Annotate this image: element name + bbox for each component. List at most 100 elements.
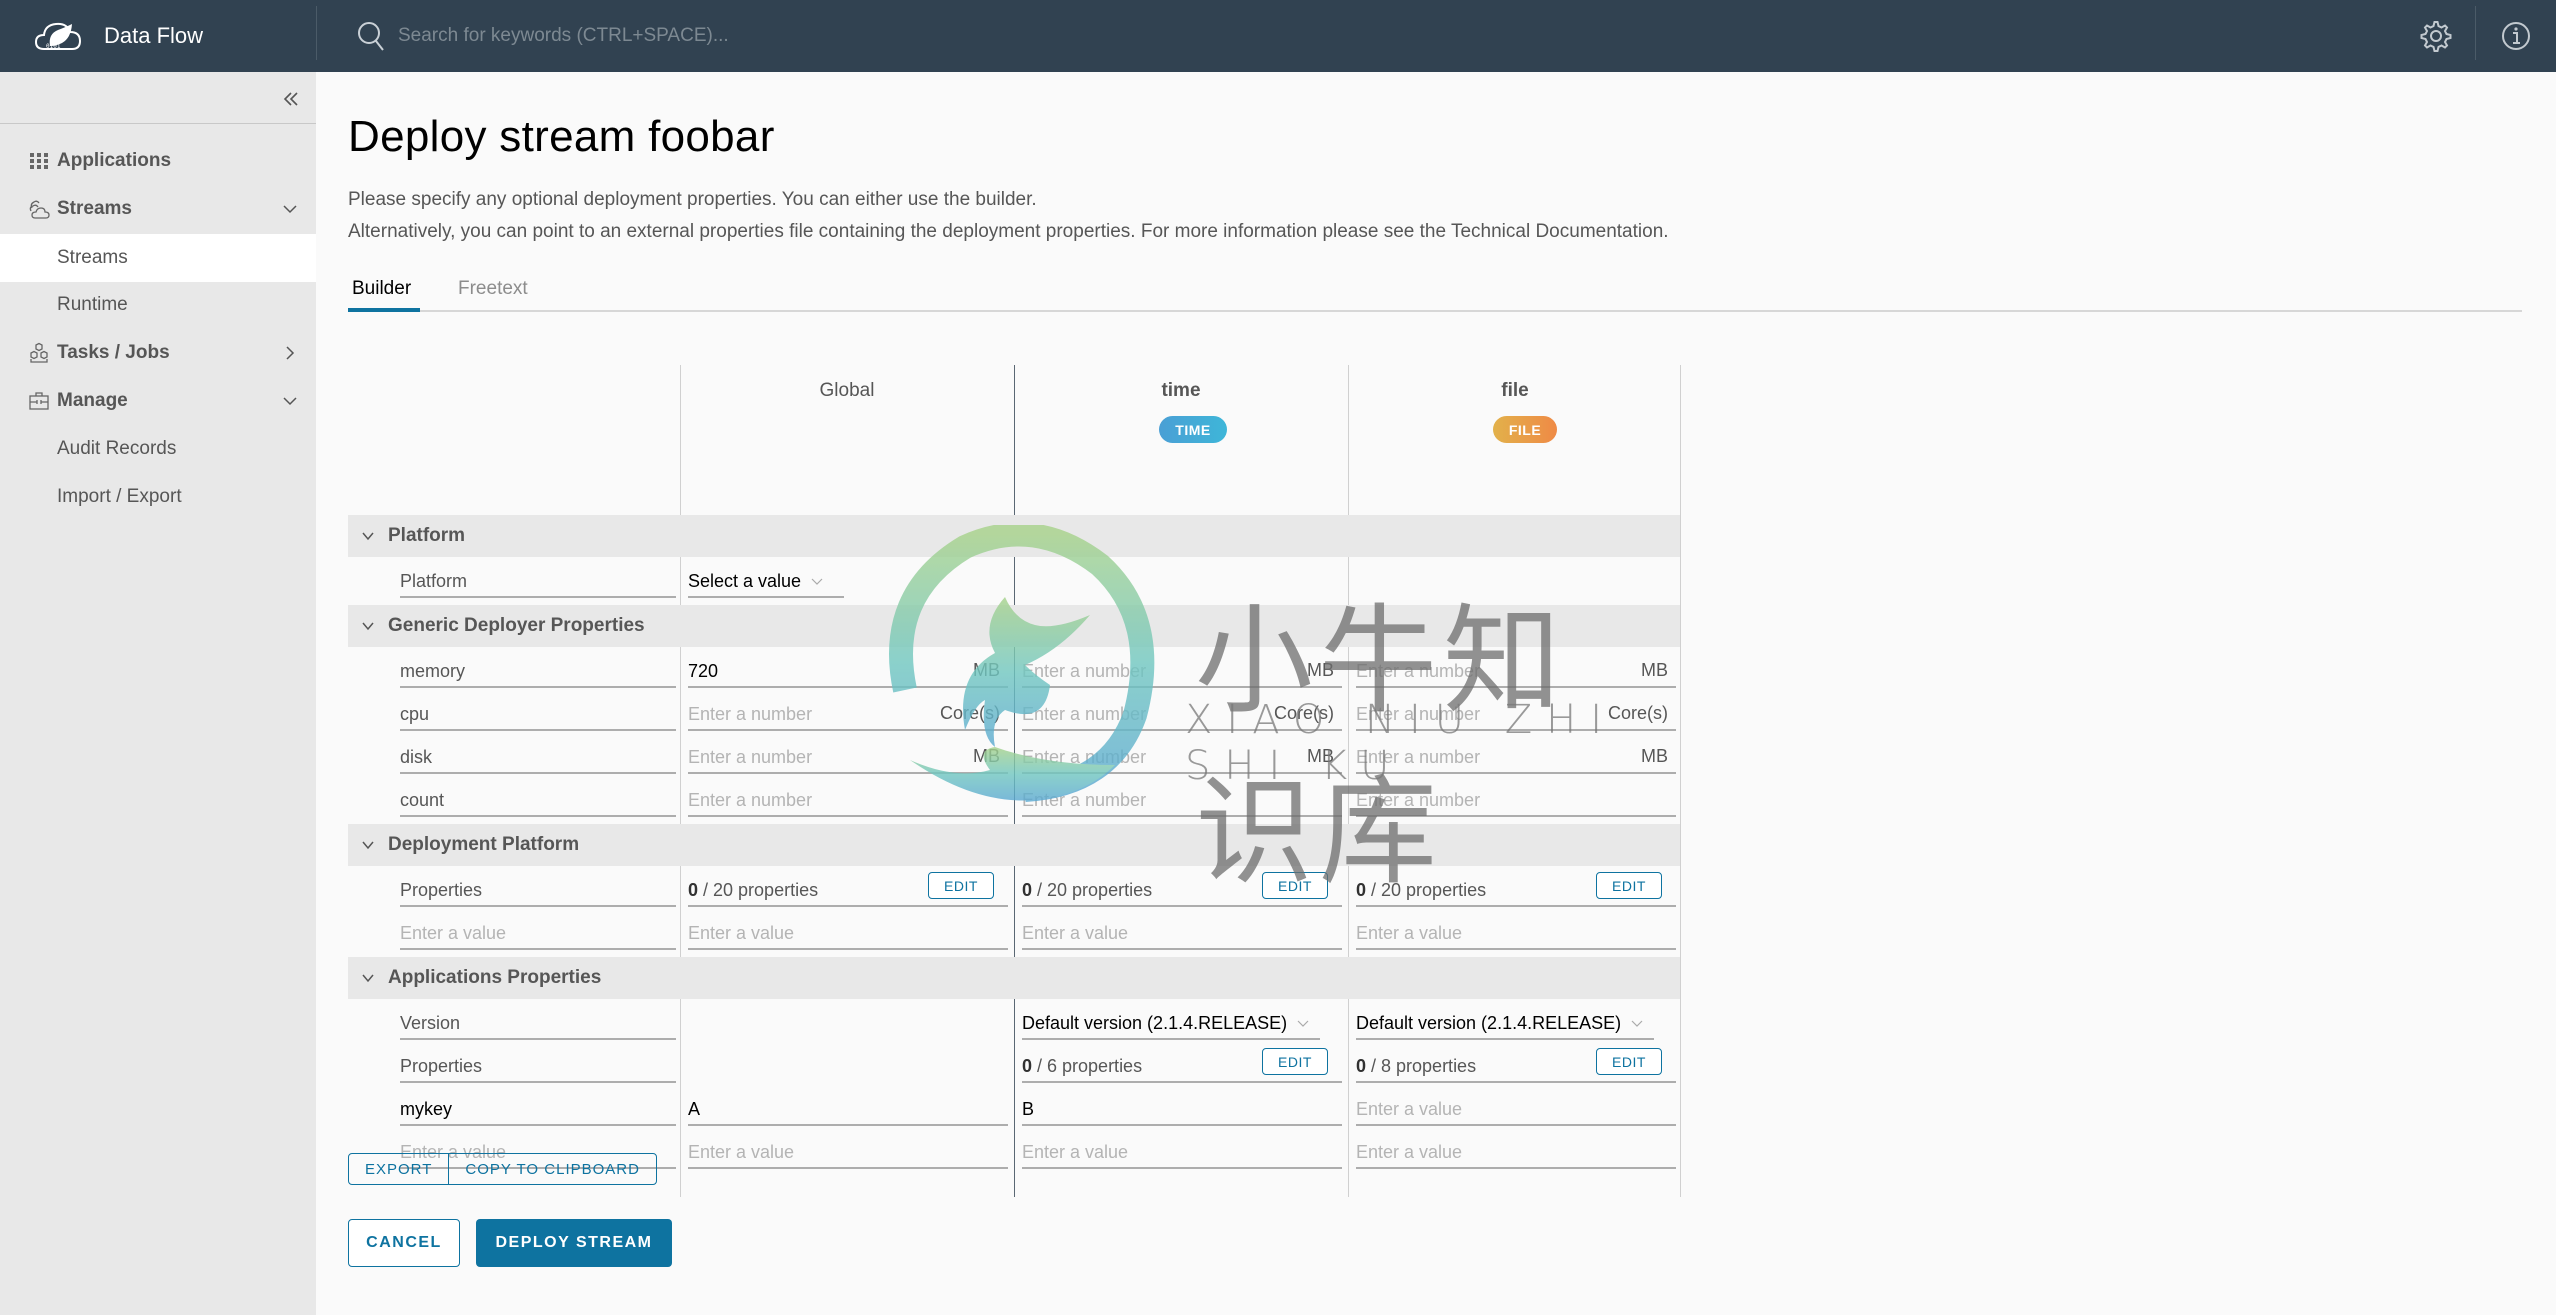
new-global-value-field[interactable] xyxy=(688,1142,1008,1163)
deployment-global-properties: 0 / 20 properties EDIT xyxy=(688,871,1008,907)
new-file-value-input[interactable] xyxy=(1356,1133,1676,1169)
time-version-select[interactable]: Default version (2.1.4.RELEASE) xyxy=(1022,1004,1320,1040)
deployment-global-value-field[interactable] xyxy=(688,923,1008,944)
new-global-value-input[interactable] xyxy=(688,1133,1008,1169)
disk-file-input[interactable]: MB xyxy=(1356,738,1676,774)
row-label: Platform xyxy=(400,571,468,591)
properties-count: 0 / 20 properties xyxy=(688,880,819,900)
section-deployment-platform[interactable]: Deployment Platform xyxy=(348,824,1680,866)
row-label-disk: disk xyxy=(400,738,676,774)
sidebar-item-applications[interactable]: Applications xyxy=(0,137,316,185)
deployment-file-value-field[interactable] xyxy=(1356,923,1676,944)
section-platform[interactable]: Platform xyxy=(348,515,1680,557)
edit-properties-button[interactable]: EDIT xyxy=(928,872,994,899)
main-content: Deploy stream foobar Please specify any … xyxy=(316,72,2556,1315)
memory-time-input[interactable]: MB xyxy=(1022,652,1342,688)
count-file-input[interactable] xyxy=(1356,781,1676,817)
row-label: disk xyxy=(400,747,433,767)
file-version-select[interactable]: Default version (2.1.4.RELEASE) xyxy=(1356,1004,1654,1040)
export-button[interactable]: EXPORT xyxy=(349,1154,448,1184)
custom-file-value-input[interactable] xyxy=(1356,1090,1676,1126)
info-icon[interactable] xyxy=(2498,18,2534,54)
disk-global-input[interactable]: MB xyxy=(688,738,1008,774)
deployment-time-value-field[interactable] xyxy=(1022,923,1342,944)
custom-key-input[interactable] xyxy=(400,1090,676,1126)
memory-time-field[interactable] xyxy=(1022,661,1342,682)
copy-to-clipboard-button[interactable]: COPY TO CLIPBOARD xyxy=(448,1154,656,1184)
row-label-platform: Platform xyxy=(400,562,676,598)
settings-icon[interactable] xyxy=(2418,18,2454,54)
search-bar[interactable] xyxy=(356,0,998,72)
edit-properties-button[interactable]: EDIT xyxy=(1596,1048,1662,1075)
sidebar-item-streams[interactable]: Streams xyxy=(0,185,316,233)
disk-global-field[interactable] xyxy=(688,747,1008,768)
tasks-icon xyxy=(30,342,48,363)
data-flow-logo-icon: 0101 xyxy=(34,22,82,50)
deployment-time-value-input[interactable] xyxy=(1022,914,1342,950)
page-description: Please specify any optional deployment p… xyxy=(348,189,1037,210)
sidebar-item-tasks-jobs[interactable]: Tasks / Jobs xyxy=(0,329,316,377)
count-global-input[interactable] xyxy=(688,781,1008,817)
custom-time-value-field[interactable] xyxy=(1022,1099,1342,1120)
chevron-down-icon xyxy=(1297,1020,1309,1027)
column-header-global: Global xyxy=(819,380,875,401)
app-type-badge-time: TIME xyxy=(1159,416,1227,443)
disk-time-input[interactable]: MB xyxy=(1022,738,1342,774)
sidebar-item-label: Runtime xyxy=(57,294,128,315)
deployment-key-field[interactable] xyxy=(400,923,676,944)
section-generic-deployer[interactable]: Generic Deployer Properties xyxy=(348,605,1680,647)
cpu-global-input[interactable]: Core(s) xyxy=(688,695,1008,731)
collapse-sidebar-button[interactable] xyxy=(276,84,306,114)
custom-time-value-input[interactable] xyxy=(1022,1090,1342,1126)
section-applications-properties[interactable]: Applications Properties xyxy=(348,957,1680,999)
new-time-value-field[interactable] xyxy=(1022,1142,1342,1163)
sidebar-item-manage[interactable]: Manage xyxy=(0,377,316,425)
memory-file-field[interactable] xyxy=(1356,661,1676,682)
custom-file-value-field[interactable] xyxy=(1356,1099,1676,1120)
edit-properties-button[interactable]: EDIT xyxy=(1596,872,1662,899)
sidebar-item-label: Applications xyxy=(57,150,172,171)
sidebar-item-streams-list[interactable]: Streams xyxy=(0,234,316,282)
brand[interactable]: 0101 Data Flow xyxy=(34,0,203,72)
file-app-properties: 0 / 8 properties EDIT xyxy=(1356,1047,1676,1083)
sidebar-item-label: Streams xyxy=(57,198,132,219)
deployment-file-value-input[interactable] xyxy=(1356,914,1676,950)
version-select-value: Default version (2.1.4.RELEASE) xyxy=(1356,1013,1622,1033)
edit-properties-button[interactable]: EDIT xyxy=(1262,872,1328,899)
cpu-time-input[interactable]: Core(s) xyxy=(1022,695,1342,731)
disk-file-field[interactable] xyxy=(1356,747,1676,768)
unit-label: Core(s) xyxy=(1273,703,1334,723)
memory-global-field[interactable] xyxy=(688,661,1008,682)
row-label: Properties xyxy=(400,1056,483,1076)
deployment-global-value-input[interactable] xyxy=(688,914,1008,950)
custom-global-value-field[interactable] xyxy=(688,1099,1008,1120)
deployment-time-properties: 0 / 20 properties EDIT xyxy=(1022,871,1342,907)
disk-time-field[interactable] xyxy=(1022,747,1342,768)
count-time-input[interactable] xyxy=(1022,781,1342,817)
custom-global-value-input[interactable] xyxy=(688,1090,1008,1126)
sidebar-item-label: Import / Export xyxy=(57,486,182,507)
chevron-down-icon xyxy=(1631,1020,1643,1027)
count-global-field[interactable] xyxy=(688,790,1008,811)
row-label: memory xyxy=(400,661,466,681)
sidebar-item-runtime[interactable]: Runtime xyxy=(0,281,316,329)
sidebar-item-audit-records[interactable]: Audit Records xyxy=(0,425,316,473)
deploy-stream-button[interactable]: DEPLOY STREAM xyxy=(476,1219,672,1267)
cpu-file-input[interactable]: Core(s) xyxy=(1356,695,1676,731)
tab-builder[interactable]: Builder xyxy=(348,278,420,312)
search-input[interactable] xyxy=(398,25,998,47)
column-divider xyxy=(1680,365,1681,1197)
memory-global-input[interactable]: MB xyxy=(688,652,1008,688)
deployment-key-input[interactable] xyxy=(400,914,676,950)
memory-file-input[interactable]: MB xyxy=(1356,652,1676,688)
count-time-field[interactable] xyxy=(1022,790,1342,811)
new-file-value-field[interactable] xyxy=(1356,1142,1676,1163)
tab-freetext[interactable]: Freetext xyxy=(458,278,528,312)
platform-select[interactable]: Select a value xyxy=(688,562,844,598)
edit-properties-button[interactable]: EDIT xyxy=(1262,1048,1328,1075)
cancel-button[interactable]: CANCEL xyxy=(348,1219,460,1267)
new-time-value-input[interactable] xyxy=(1022,1133,1342,1169)
custom-key-field[interactable] xyxy=(400,1099,676,1120)
count-file-field[interactable] xyxy=(1356,790,1676,811)
sidebar-item-import-export[interactable]: Import / Export xyxy=(0,473,316,521)
